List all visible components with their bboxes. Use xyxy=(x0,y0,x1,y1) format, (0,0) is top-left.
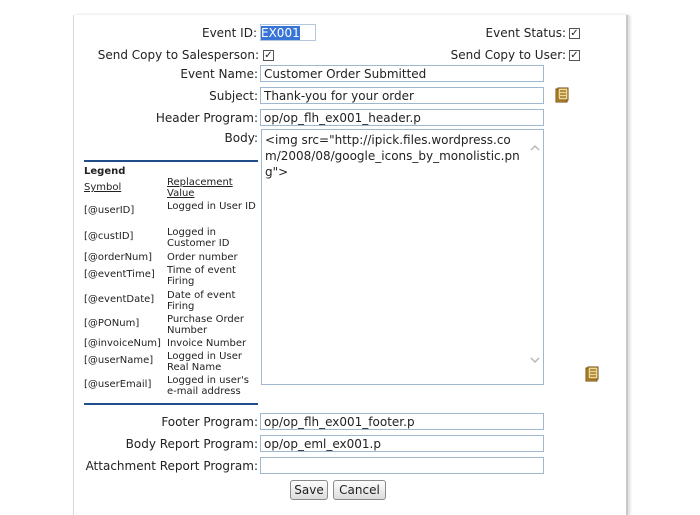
book-icon[interactable] xyxy=(584,366,600,382)
legend-symbol: [@userEmail] xyxy=(84,379,152,390)
legend-value: Time of event Firing xyxy=(167,265,236,287)
subject-input[interactable]: Thank-you for your order xyxy=(260,87,544,104)
footer-program-input[interactable]: op/op_flh_ex001_footer.p xyxy=(260,413,544,430)
legend-symbol: [@PONum] xyxy=(84,318,140,329)
legend-value-header: Replacement Value xyxy=(167,177,233,199)
send-copy-user-checkbox[interactable]: ✓ xyxy=(569,50,580,61)
book-icon[interactable] xyxy=(554,87,570,103)
legend-value: Logged in User Real Name xyxy=(167,351,242,373)
legend-value: Date of event Firing xyxy=(167,290,236,312)
attachment-report-program-label: Attachment Report Program: xyxy=(85,459,258,473)
legend-symbol: [@eventTime] xyxy=(84,269,155,280)
subject-label: Subject: xyxy=(209,89,258,103)
event-name-label: Event Name: xyxy=(180,67,258,81)
body-report-program-label: Body Report Program: xyxy=(125,437,258,451)
footer-program-label: Footer Program: xyxy=(161,415,258,429)
event-id-value: EX001 xyxy=(261,26,300,40)
event-form-panel: Event ID: EX001 Event Status: ✓ Send Cop… xyxy=(73,15,628,515)
legend-symbol: [@userName] xyxy=(84,355,154,366)
scroll-down-icon[interactable] xyxy=(529,355,541,365)
event-id-field[interactable]: EX001 xyxy=(260,24,316,41)
legend: Legend Symbol Replacement Value [@userID… xyxy=(84,160,258,410)
legend-bottom-rule xyxy=(84,403,258,405)
legend-symbol: [@eventDate] xyxy=(84,294,155,305)
header-program-input[interactable]: op/op_flh_ex001_header.p xyxy=(260,109,544,126)
body-textarea[interactable]: <img src="http://ipick.files.wordpress.c… xyxy=(261,129,544,385)
legend-title: Legend xyxy=(84,166,126,177)
legend-symbol: [@userID] xyxy=(84,205,135,216)
legend-value: Order number xyxy=(167,252,238,263)
legend-top-rule xyxy=(84,160,258,162)
send-copy-salesperson-label: Send Copy to Salesperson: xyxy=(97,48,259,62)
legend-symbol: [@custID] xyxy=(84,231,134,242)
legend-value: Logged in Customer ID xyxy=(167,227,230,249)
body-label: Body: xyxy=(224,131,258,145)
legend-symbol: [@invoiceNum] xyxy=(84,338,161,349)
event-status-checkbox[interactable]: ✓ xyxy=(569,28,580,39)
send-copy-user-label: Send Copy to User: xyxy=(450,48,566,62)
event-id-label: Event ID: xyxy=(201,26,257,40)
legend-value: Purchase Order Number xyxy=(167,314,245,336)
legend-value: Logged in user's e-mail address xyxy=(167,375,249,397)
legend-value: Invoice Number xyxy=(167,338,247,349)
body-report-program-input[interactable]: op/op_eml_ex001.p xyxy=(260,435,544,452)
header-program-label: Header Program: xyxy=(155,111,258,125)
attachment-report-program-input[interactable] xyxy=(260,457,544,474)
legend-symbol-header: Symbol xyxy=(84,182,122,193)
scroll-up-icon[interactable] xyxy=(529,143,541,153)
send-copy-salesperson-checkbox[interactable]: ✓ xyxy=(263,50,274,61)
event-status-label: Event Status: xyxy=(485,26,566,40)
legend-value: Logged in User ID xyxy=(167,201,256,212)
cancel-button[interactable]: Cancel xyxy=(333,480,386,500)
event-name-input[interactable]: Customer Order Submitted xyxy=(260,65,544,82)
legend-symbol: [@orderNum] xyxy=(84,252,153,263)
save-button[interactable]: Save xyxy=(290,480,328,500)
